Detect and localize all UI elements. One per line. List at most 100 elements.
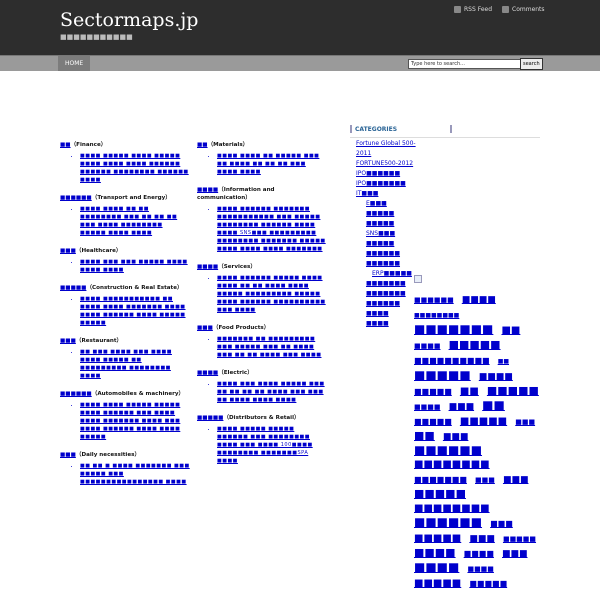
sidebar-category-link[interactable]: Fortune Global 500-2011 — [356, 139, 420, 159]
tag-link[interactable]: ■■■■■ — [487, 384, 539, 397]
sidebar-category-link[interactable]: FORTUNE500-2012 — [356, 159, 420, 169]
sidebar-category-link[interactable]: ■■■■■■■ — [366, 289, 420, 299]
tag-link[interactable]: ■■■■■ — [414, 533, 461, 544]
tag-link[interactable]: ■■■■■■■ — [414, 322, 493, 336]
sidebar-category-link[interactable]: ■■■■■ — [366, 239, 420, 249]
sidebar-category-link[interactable]: IT■■■ — [356, 189, 420, 199]
site-description: ■■■■■■■■■■■ — [60, 33, 133, 41]
tag-link[interactable]: ■■■■■ — [503, 535, 536, 543]
category-title-link[interactable]: ■■■■ — [197, 264, 218, 270]
category-block: ■■■■（Electric） ■■■■ ■■■ ■■■■ ■■■■■ ■■■ ■■… — [197, 368, 327, 404]
tag-link[interactable]: ■■■■■■■■ — [414, 459, 490, 470]
sidebar-category-link[interactable]: IPO■■■■■■■ — [356, 179, 420, 189]
tag-link[interactable]: ■■■ — [449, 402, 475, 412]
tag-link[interactable]: ■■■■■ — [414, 487, 466, 500]
category-company-list[interactable]: ■■■■ ■■■■ ■■ ■■ ■■■■■■■■ ■■■ ■■ ■■ ■■ ■■… — [80, 205, 190, 237]
category-company-list[interactable]: ■■■■ ■■■■■ ■■■■ ■■■■■ ■■■■ ■■■■ ■■■■ ■■■… — [80, 152, 190, 184]
tag-link[interactable]: ■■ — [498, 358, 509, 365]
tag-link[interactable]: ■■■ — [469, 534, 495, 544]
sidebar-category-link[interactable]: SNS■■■ — [366, 229, 420, 239]
nav-home[interactable]: HOME — [58, 56, 91, 71]
category-title-link[interactable]: ■■ — [60, 142, 71, 148]
tag-link[interactable]: ■■■■■ — [414, 578, 461, 589]
category-company-list[interactable]: ■■ ■■■ ■■■■ ■■■ ■■■■ ■■■■ ■■■■■ ■■ ■■■■■… — [80, 348, 190, 380]
rss-feed-link[interactable]: RSS Feed — [454, 6, 492, 13]
sidebar-category-link[interactable]: ■■■■ — [366, 319, 420, 329]
tag-link[interactable]: ■■■■ — [462, 295, 496, 305]
category-title-link[interactable]: ■■■■■■ — [60, 195, 92, 201]
tag-link[interactable]: ■■ — [501, 325, 520, 336]
tag-link[interactable]: ■■■■■■■ — [414, 475, 467, 484]
tag-link[interactable]: ■■■■ — [414, 546, 456, 559]
category-title-link[interactable]: ■■■■■ — [197, 415, 223, 421]
tag-link[interactable]: ■■■ — [515, 418, 535, 426]
tag-link[interactable]: ■■■■ — [414, 560, 459, 574]
tag-link[interactable]: ■■■ — [443, 432, 469, 442]
category-title-label: （Finance） — [70, 142, 107, 148]
sidebar-category-link[interactable]: ■■■■■ — [366, 209, 420, 219]
category-title-link[interactable]: ■■■■ — [197, 370, 218, 376]
tag-link[interactable]: ■■■■■■ — [414, 443, 482, 457]
category-company-list[interactable]: ■■■■ ■■■■■■ ■■■■■■■ ■■■■■■■■■■■ ■■■ ■■■■… — [217, 205, 327, 253]
tag-link[interactable]: ■■■■ — [479, 372, 513, 382]
tag-link[interactable]: ■■■ — [475, 476, 495, 484]
tag-link[interactable]: ■■ — [460, 386, 479, 397]
tag-link[interactable]: ■■■■ — [414, 403, 440, 411]
tag-link[interactable]: ■■ — [482, 398, 505, 412]
sidebar-category-link[interactable]: ■■■■■■ — [366, 259, 420, 269]
tag-link[interactable]: ■■■ — [490, 519, 513, 528]
category-title-link[interactable]: ■■■ — [60, 248, 76, 254]
sidebar-category-link[interactable]: ■■■■■■■ — [366, 279, 420, 289]
tag-link[interactable]: ■■■■ — [414, 342, 440, 350]
site-title[interactable]: Sectormaps.jp — [60, 9, 198, 31]
tag-link[interactable]: ■■■■ — [467, 565, 493, 573]
tag-link[interactable]: ■■■■■■ — [414, 515, 482, 529]
comments-feed-link[interactable]: Comments — [502, 6, 545, 13]
nav-bar: HOME Type here to search... search — [0, 55, 600, 71]
category-title: ■■■■■■（Automobiles & machinery） — [60, 389, 190, 397]
tag-link[interactable]: ■■■■■ — [460, 416, 507, 427]
category-title-link[interactable]: ■■ — [197, 142, 208, 148]
category-company-list[interactable]: ■■■■■■■ ■■ ■■■■■■■■■ ■■■ ■■■■■ ■■■ ■■ ■■… — [217, 335, 327, 359]
tag-link[interactable]: ■■■ — [502, 549, 528, 559]
tag-link[interactable]: ■■■■■■■■ — [414, 503, 490, 514]
tag-link[interactable]: ■■■■■■ — [414, 296, 454, 304]
tag-link[interactable]: ■■■■■■■■■■ — [414, 356, 490, 365]
tag-link[interactable]: ■■■■■ — [414, 368, 471, 382]
category-title-label: （Restaurant） — [75, 338, 123, 344]
category-title-link[interactable]: ■■■ — [60, 338, 76, 344]
sidebar-category-link[interactable]: E■■■ — [366, 199, 420, 209]
category-company-list[interactable]: ■■■■ ■■■■■■■■■■■ ■■ ■■■■ ■■■■ ■■■■■■■ ■■… — [80, 295, 190, 327]
rss-feed-label: RSS Feed — [464, 6, 493, 13]
category-title-link[interactable]: ■■■ — [60, 452, 76, 458]
tag-link[interactable]: ■■■ — [503, 475, 529, 485]
category-title: ■■■（Daily necessities） — [60, 450, 190, 458]
tag-link[interactable]: ■■■■ — [464, 549, 494, 558]
sidebar-category-link[interactable]: ■■■■■■ — [366, 299, 420, 309]
sidebar-category-link[interactable]: IPO■■■■■■ — [356, 169, 420, 179]
category-company-list[interactable]: ■■■■ ■■■■ ■■ ■■■■■ ■■■ ■■ ■■■■ ■■ ■■ ■■ … — [217, 152, 327, 176]
category-company-list[interactable]: ■■■■ ■■■ ■■■ ■■■■■ ■■■■ ■■■■ ■■■■ — [80, 258, 190, 274]
sidebar-category-link[interactable]: ■■■■■ — [366, 219, 420, 229]
tag-link[interactable]: ■■■■■ — [414, 387, 452, 396]
category-title-link[interactable]: ■■■ — [197, 325, 213, 331]
category-company-list[interactable]: ■■■■ ■■■ ■■■■ ■■■■■ ■■■ ■■ ■■ ■■ ■■ ■■■■… — [217, 380, 327, 404]
category-company-list[interactable]: ■■■■ ■■■■ ■■■■■ ■■■■■ ■■■■ ■■■■■■ ■■■ ■■… — [80, 401, 190, 441]
category-title-link[interactable]: ■■■■■■ — [60, 391, 92, 397]
category-company-list[interactable]: ■■ ■■ ■ ■■■■ ■■■■■■■ ■■■ ■■■■■ ■■■ ■■■■■… — [80, 462, 190, 486]
tag-link[interactable]: ■■■■■ — [449, 338, 501, 351]
tag-link[interactable]: ■■■■■ — [414, 417, 452, 426]
category-title-link[interactable]: ■■■■ — [197, 187, 218, 193]
tag-link[interactable]: ■■ — [414, 429, 435, 442]
sidebar-category-link[interactable]: ■■■■ — [366, 309, 420, 319]
search-button[interactable]: search — [520, 58, 543, 70]
tag-link[interactable]: ■■■■■ — [469, 579, 507, 588]
tag-cloud: ■■■■■■ ■■■■ ■■■■■■■■ ■■■■■■■ ■■ ■■■■ ■■■… — [414, 291, 544, 590]
tag-link[interactable]: ■■■■■■■■ — [414, 312, 459, 319]
sidebar-category-link[interactable]: ■■■■■■ — [366, 249, 420, 259]
search-input[interactable]: Type here to search... — [408, 59, 522, 69]
category-company-list[interactable]: ■■■■ ■■■■■ ■■■■■ ■■■■■■ ■■■ ■■■■■■■■ ■■■… — [217, 425, 327, 465]
sidebar-category-link[interactable]: ERP■■■■■ — [372, 269, 420, 279]
category-company-list[interactable]: ■■■■ ■■■■■■ ■■■■■ ■■■■ ■■■■ ■■ ■■ ■■■■ ■… — [217, 274, 327, 314]
category-title-link[interactable]: ■■■■■ — [60, 285, 86, 291]
